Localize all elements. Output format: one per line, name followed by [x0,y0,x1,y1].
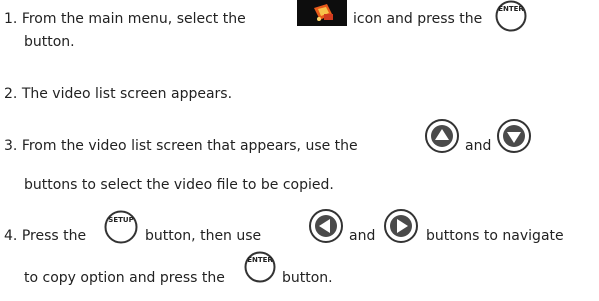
left-arrow-button-icon [308,208,344,244]
step-text: buttons to navigate [426,228,564,244]
step-3-line-1: 3. From the video list screen that appea… [4,137,358,155]
step-number: 1. [4,11,18,27]
step-2-line: 2. The video list screen appears. [4,85,232,103]
down-arrow-button-icon [496,118,532,154]
step-text: The video list screen appears. [21,86,233,102]
step-text: button. [282,270,333,286]
step-4-line-2: to copy option and press the [24,269,225,287]
step-number: 2. [4,86,18,102]
step-text: icon and press the [353,11,483,27]
step-4-line-2b: button. [282,269,333,287]
step-1-line-1: 1. From the main menu, select the [4,10,246,28]
step-4-line-1b: button, then use [145,227,261,245]
step-text: and [465,138,492,154]
setup-label: SETUP [108,216,133,224]
step-text: and [349,228,376,244]
enter-button-icon: ENTER [495,0,527,32]
step-text: Press the [21,228,87,244]
right-arrow-button-icon [383,208,419,244]
step-text: From the video list screen that appears,… [21,138,358,154]
step-text: buttons to select the video file to be c… [24,177,334,193]
step-1-line-1b: icon and press the [353,10,482,28]
step-text: to copy option and press the [24,270,225,286]
step-4-line-1: 4. Press the [4,227,86,245]
step-4-line-1c: and [349,227,375,245]
step-1-line-2: button. [24,33,75,51]
up-arrow-button-icon [424,118,460,154]
enter-label: ENTER [247,256,273,264]
step-text: button. [24,34,75,50]
enter-label: ENTER [498,5,524,13]
enter-button-icon-2: ENTER [244,251,276,283]
step-number: 4. [4,228,18,244]
step-3-line-1b: and [465,137,491,155]
step-text: From the main menu, select the [21,11,246,27]
step-3-line-2: buttons to select the video file to be c… [24,176,334,194]
step-4-line-1d: buttons to navigate [426,227,564,245]
setup-button-icon: SETUP [104,210,138,244]
step-text: button, then use [145,228,262,244]
video-menu-icon [297,0,347,26]
step-number: 3. [4,138,18,154]
